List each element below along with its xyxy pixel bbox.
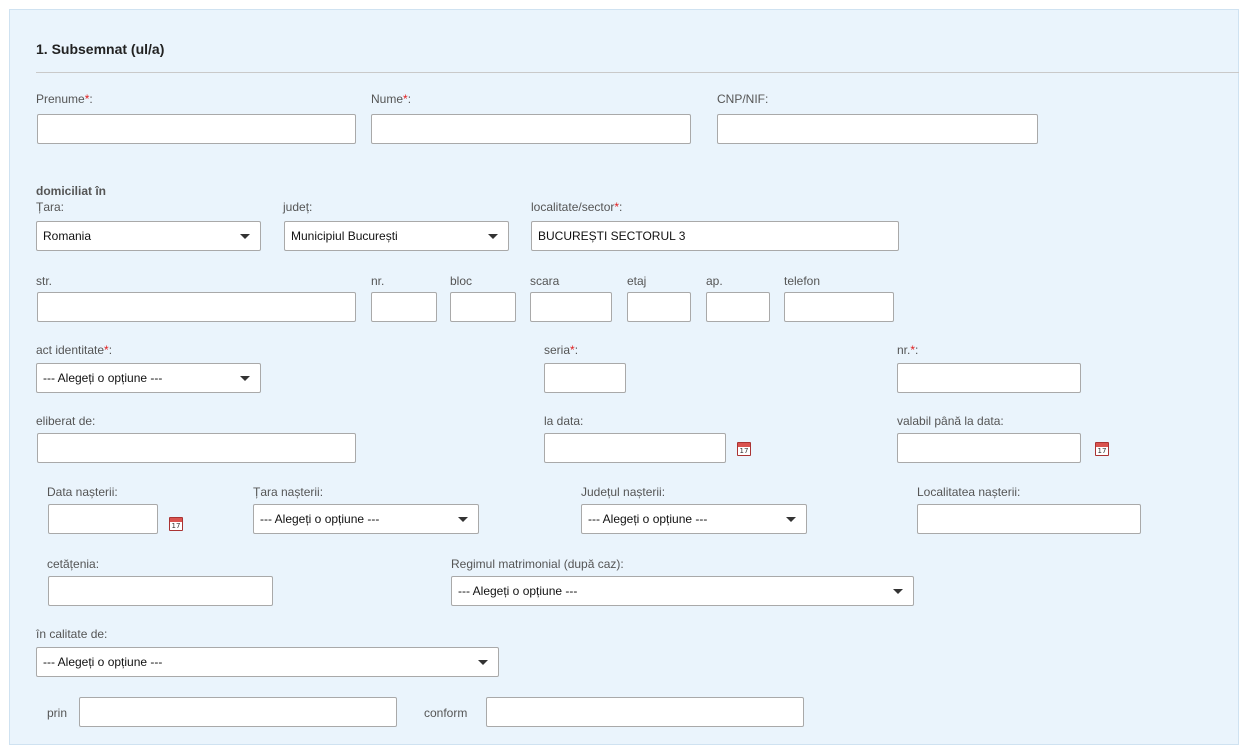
tara-value: Romania (43, 229, 92, 243)
scara-input[interactable] (530, 292, 612, 322)
regim-select[interactable]: --- Alegeți o opțiune --- (451, 576, 914, 606)
valabil-label: valabil până la data: (897, 414, 1004, 428)
prin-input[interactable] (79, 697, 397, 727)
calendar-icon[interactable]: 17 (169, 517, 183, 531)
la-data-label: la data: (544, 414, 584, 428)
domiciliat-heading: domiciliat în (36, 184, 107, 198)
tara-nasterii-select[interactable]: --- Alegeți o opțiune --- (253, 504, 479, 534)
chevron-down-icon (786, 517, 796, 522)
cetatenia-input[interactable] (48, 576, 273, 606)
tara-nasterii-label: Țara nașterii: (253, 485, 324, 499)
judet-label: județ: (283, 200, 313, 214)
str-label: str. (36, 274, 53, 288)
tara-nasterii-value: --- Alegeți o opțiune --- (260, 512, 380, 526)
chevron-down-icon (458, 517, 468, 522)
chevron-down-icon (478, 660, 488, 665)
localitate-label: localitate/sector*: (531, 200, 623, 214)
cnp-label: CNP/NIF: (717, 92, 769, 106)
seria-label: seria*: (544, 343, 579, 357)
telefon-label: telefon (784, 274, 821, 288)
prin-label: prin (47, 706, 68, 720)
scara-label: scara (530, 274, 560, 288)
chevron-down-icon (488, 234, 498, 239)
localitatea-nasterii-input[interactable] (917, 504, 1141, 534)
act-label: act identitate*: (36, 343, 113, 357)
judetul-nasterii-select[interactable]: --- Alegeți o opțiune --- (581, 504, 807, 534)
regim-label: Regimul matrimonial (după caz): (451, 557, 624, 571)
prenume-input[interactable] (37, 114, 356, 144)
cetatenia-label: cetățenia: (47, 557, 100, 571)
data-nasterii-label: Data nașterii: (47, 485, 118, 499)
conform-label: conform (424, 706, 468, 720)
judetul-nasterii-value: --- Alegeți o opțiune --- (588, 512, 708, 526)
bloc-label: bloc (450, 274, 473, 288)
nume-label: Nume*: (371, 92, 412, 106)
judet-value: Municipiul București (291, 229, 398, 243)
nr-act-input[interactable] (897, 363, 1081, 393)
seria-input[interactable] (544, 363, 626, 393)
calendar-icon[interactable]: 17 (737, 442, 751, 456)
eliberat-input[interactable] (37, 433, 356, 463)
chevron-down-icon (240, 234, 250, 239)
bloc-input[interactable] (450, 292, 516, 322)
prenume-label: Prenume*: (36, 92, 93, 106)
section-divider (36, 72, 1239, 73)
localitate-input[interactable] (531, 221, 899, 251)
conform-input[interactable] (486, 697, 804, 727)
chevron-down-icon (240, 376, 250, 381)
localitatea-nasterii-label: Localitatea nașterii: (917, 485, 1021, 499)
etaj-input[interactable] (627, 292, 691, 322)
calitate-label: în calitate de: (36, 627, 108, 641)
telefon-input[interactable] (784, 292, 894, 322)
tara-label: Țara: (36, 200, 65, 214)
calitate-value: --- Alegeți o opțiune --- (43, 655, 163, 669)
judet-select[interactable]: Municipiul București (284, 221, 509, 251)
la-data-input[interactable] (544, 433, 726, 463)
judetul-nasterii-label: Județul nașterii: (581, 485, 666, 499)
valabil-input[interactable] (897, 433, 1081, 463)
calitate-select[interactable]: --- Alegeți o opțiune --- (36, 647, 499, 677)
nr-label: nr. (371, 274, 385, 288)
nr-input[interactable] (371, 292, 437, 322)
data-nasterii-input[interactable] (48, 504, 158, 534)
cnp-input[interactable] (717, 114, 1038, 144)
eliberat-label: eliberat de: (36, 414, 96, 428)
section-title: 1. Subsemnat (ul/a) (36, 41, 165, 57)
regim-value: --- Alegeți o opțiune --- (458, 584, 578, 598)
nr-act-label: nr.*: (897, 343, 919, 357)
chevron-down-icon (893, 589, 903, 594)
ap-label: ap. (706, 274, 723, 288)
form-panel: 1. Subsemnat (ul/a) Prenume*: Nume*: CNP… (9, 9, 1239, 745)
act-select[interactable]: --- Alegeți o opțiune --- (36, 363, 261, 393)
nume-input[interactable] (371, 114, 691, 144)
act-value: --- Alegeți o opțiune --- (43, 371, 163, 385)
calendar-icon[interactable]: 17 (1095, 442, 1109, 456)
tara-select[interactable]: Romania (36, 221, 261, 251)
etaj-label: etaj (627, 274, 647, 288)
ap-input[interactable] (706, 292, 770, 322)
str-input[interactable] (37, 292, 356, 322)
